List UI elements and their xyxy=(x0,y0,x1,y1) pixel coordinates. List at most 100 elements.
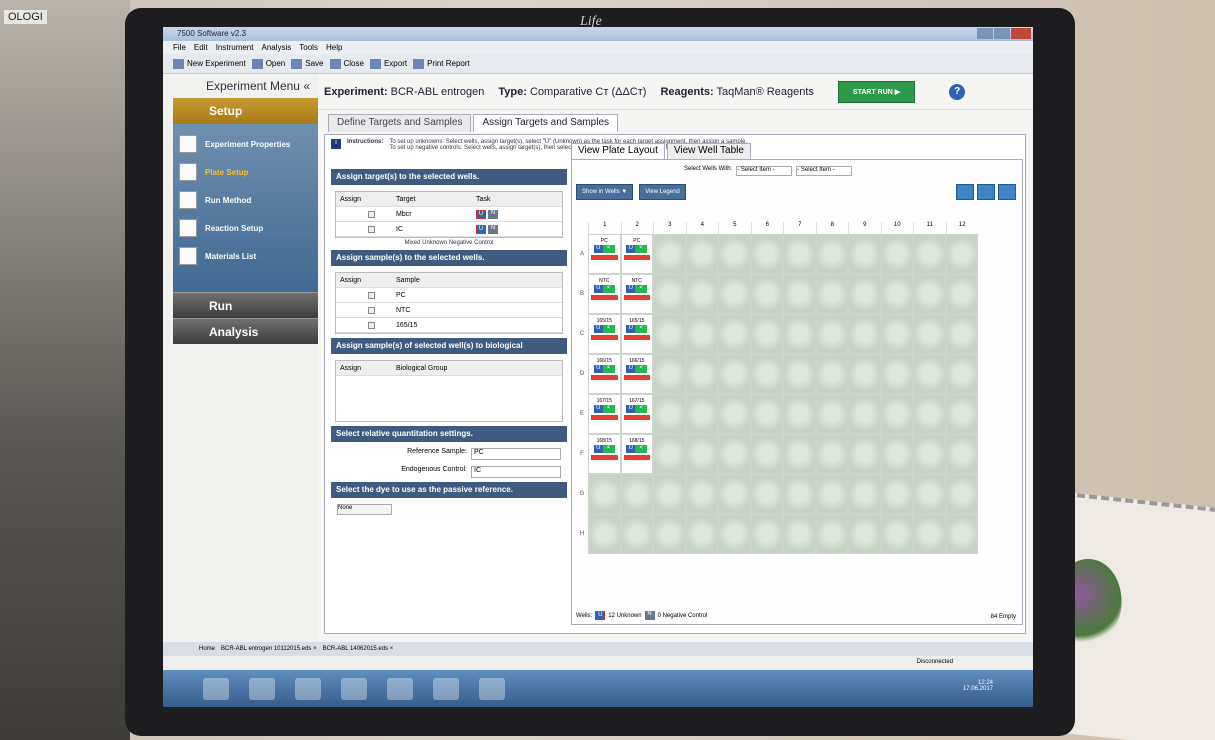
well[interactable] xyxy=(913,474,946,514)
well[interactable] xyxy=(588,474,621,514)
experiment-menu-title[interactable]: Experiment Menu « xyxy=(163,74,318,98)
start-icon[interactable] xyxy=(203,677,229,700)
well[interactable] xyxy=(913,514,946,554)
zoom-in-icon[interactable] xyxy=(956,184,974,200)
well[interactable] xyxy=(848,474,881,514)
setup-section[interactable]: Setup xyxy=(173,98,318,124)
well[interactable] xyxy=(653,514,686,554)
well[interactable] xyxy=(620,514,653,554)
well[interactable] xyxy=(945,394,978,434)
well[interactable] xyxy=(848,234,881,274)
well[interactable] xyxy=(815,354,848,394)
column-label[interactable]: 12 xyxy=(945,222,979,234)
assign-checkbox[interactable] xyxy=(368,321,375,329)
well[interactable] xyxy=(783,474,816,514)
well[interactable] xyxy=(913,354,946,394)
well[interactable]: 165/15 U < xyxy=(620,314,653,354)
well[interactable] xyxy=(815,314,848,354)
excel-icon[interactable] xyxy=(387,677,413,700)
nav-plate-setup[interactable]: Plate Setup xyxy=(173,158,318,186)
well[interactable] xyxy=(620,474,653,514)
nav-experiment-properties[interactable]: Experiment Properties xyxy=(173,130,318,158)
well[interactable] xyxy=(750,354,783,394)
column-label[interactable]: 1 xyxy=(588,222,621,234)
well[interactable] xyxy=(945,514,978,554)
well[interactable] xyxy=(685,314,718,354)
row-label[interactable]: A xyxy=(576,234,588,274)
well[interactable] xyxy=(653,234,686,274)
endogenous-control-field[interactable]: IC xyxy=(471,466,561,478)
well[interactable] xyxy=(750,274,783,314)
well[interactable]: 168/15 U < xyxy=(588,434,621,474)
task-unknown-button[interactable]: U xyxy=(476,209,486,219)
well[interactable] xyxy=(880,474,913,514)
well[interactable] xyxy=(848,394,881,434)
well[interactable] xyxy=(815,474,848,514)
assign-checkbox[interactable] xyxy=(368,225,375,233)
column-label[interactable]: 2 xyxy=(620,222,654,234)
row-label[interactable]: C xyxy=(576,314,588,354)
well[interactable] xyxy=(913,234,946,274)
well[interactable]: 167/15 U < xyxy=(620,394,653,434)
task-unknown-button[interactable]: U xyxy=(476,224,486,234)
menu-edit[interactable]: Edit xyxy=(194,41,208,54)
well[interactable] xyxy=(783,354,816,394)
well[interactable] xyxy=(685,394,718,434)
print-report-button[interactable]: Print Report xyxy=(413,58,470,69)
well[interactable] xyxy=(945,274,978,314)
tab-assign-targets[interactable]: Assign Targets and Samples xyxy=(473,114,619,132)
reference-sample-field[interactable]: PC xyxy=(471,448,561,460)
task-negative-button[interactable]: N xyxy=(488,209,498,219)
well[interactable] xyxy=(913,394,946,434)
column-label[interactable]: 10 xyxy=(880,222,914,234)
start-run-button[interactable]: START RUN ▶ xyxy=(837,80,916,103)
well[interactable] xyxy=(880,274,913,314)
well[interactable] xyxy=(653,274,686,314)
well[interactable] xyxy=(685,474,718,514)
well[interactable] xyxy=(913,274,946,314)
tab-view-plate-layout[interactable]: View Plate Layout xyxy=(571,143,665,159)
task-negative-button[interactable]: N xyxy=(488,224,498,234)
maximize-button[interactable] xyxy=(994,28,1010,39)
menu-instrument[interactable]: Instrument xyxy=(216,41,254,54)
well[interactable] xyxy=(848,274,881,314)
well[interactable] xyxy=(880,354,913,394)
well[interactable] xyxy=(750,234,783,274)
well[interactable]: 166/15 U < xyxy=(588,354,621,394)
select-wells-dropdown-1[interactable]: - Select Item - xyxy=(736,166,793,176)
well[interactable] xyxy=(783,514,816,554)
column-label[interactable]: 5 xyxy=(718,222,751,234)
well[interactable] xyxy=(750,394,783,434)
well[interactable] xyxy=(685,274,718,314)
well[interactable] xyxy=(685,234,718,274)
assign-checkbox[interactable] xyxy=(368,306,375,314)
well[interactable] xyxy=(815,234,848,274)
well[interactable] xyxy=(815,434,848,474)
well[interactable]: NTC U < xyxy=(588,274,621,314)
column-label[interactable]: 11 xyxy=(913,222,946,234)
well[interactable] xyxy=(588,514,621,554)
well[interactable] xyxy=(718,514,751,554)
run-section[interactable]: Run xyxy=(173,292,318,318)
nav-materials-list[interactable]: Materials List xyxy=(173,242,318,270)
save-button[interactable]: Save xyxy=(291,58,324,69)
well[interactable] xyxy=(685,354,718,394)
menu-file[interactable]: File xyxy=(173,41,186,54)
row-label[interactable]: E xyxy=(576,394,588,434)
row-label[interactable]: F xyxy=(576,434,588,474)
well[interactable] xyxy=(913,314,946,354)
well[interactable] xyxy=(750,474,783,514)
well[interactable] xyxy=(848,354,881,394)
explorer-icon[interactable] xyxy=(433,677,459,700)
well[interactable] xyxy=(848,434,881,474)
well[interactable] xyxy=(913,434,946,474)
well[interactable] xyxy=(750,314,783,354)
show-in-wells-button[interactable]: Show in Wells ▼ xyxy=(576,184,634,200)
export-button[interactable]: Export xyxy=(369,58,407,69)
well[interactable] xyxy=(945,474,978,514)
column-label[interactable]: 9 xyxy=(848,222,881,234)
well[interactable] xyxy=(718,474,751,514)
well[interactable] xyxy=(783,234,816,274)
well[interactable] xyxy=(783,274,816,314)
tab-view-well-table[interactable]: View Well Table xyxy=(666,143,751,159)
